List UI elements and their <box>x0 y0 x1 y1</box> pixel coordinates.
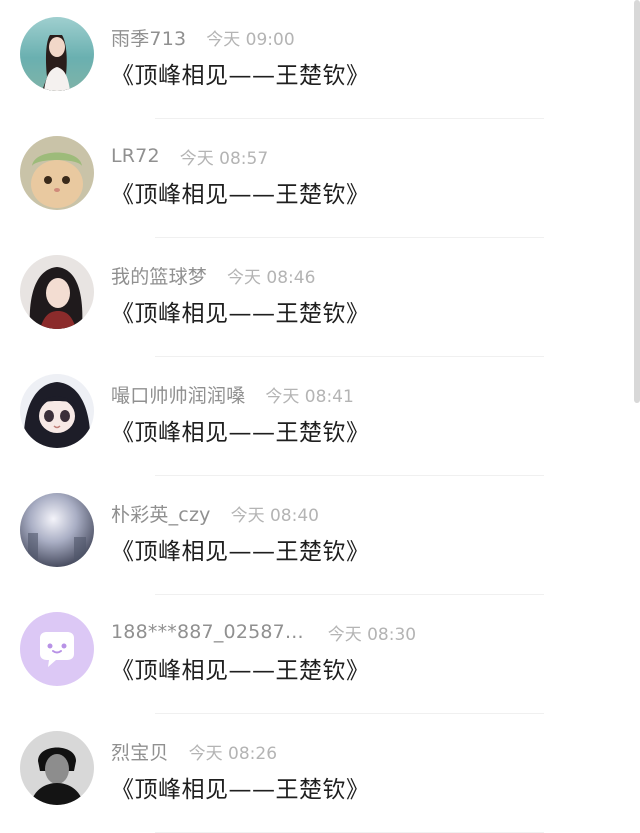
comment-item[interactable]: 朴彩英_czy 今天 08:40 《顶峰相见——王楚钦》 <box>0 476 634 595</box>
user-avatar[interactable] <box>20 255 94 329</box>
user-name[interactable]: 朴彩英_czy <box>111 500 211 527</box>
scrollbar[interactable] <box>634 0 640 403</box>
comment-meta: 雨季713 今天 09:00 <box>111 24 295 50</box>
user-name[interactable]: 雨季713 <box>111 24 186 51</box>
user-avatar[interactable] <box>20 136 94 210</box>
user-avatar[interactable] <box>20 493 94 567</box>
comment-time: 今天 08:30 <box>327 624 417 645</box>
comment-time: 今天 09:00 <box>206 29 295 50</box>
comment-item[interactable]: 188***887_02587... 今天 08:30 《顶峰相见——王楚钦》 <box>0 595 634 714</box>
anime-portrait-avatar-icon <box>20 255 94 329</box>
comment-meta: 朴彩英_czy 今天 08:40 <box>111 500 319 526</box>
comment-time: 今天 08:40 <box>230 505 319 526</box>
comment-item[interactable]: LR72 今天 08:57 《顶峰相见——王楚钦》 <box>0 119 634 238</box>
comment-text: 《顶峰相见——王楚钦》 <box>111 539 370 565</box>
comment-item[interactable]: 我的篮球梦 今天 08:46 《顶峰相见——王楚钦》 <box>0 238 634 357</box>
user-name[interactable]: 嘬口帅帅润润嗓 <box>111 381 245 408</box>
comment-text: 《顶峰相见——王楚钦》 <box>111 658 370 684</box>
comment-text: 《顶峰相见——王楚钦》 <box>111 63 370 89</box>
user-name[interactable]: 烈宝贝 <box>111 738 169 765</box>
comment-item[interactable]: 雨季713 今天 09:00 《顶峰相见——王楚钦》 <box>0 0 634 119</box>
comment-time: 今天 08:41 <box>265 386 354 407</box>
comment-meta: LR72 今天 08:57 <box>111 143 268 169</box>
comment-time: 今天 08:26 <box>188 743 278 764</box>
comment-text: 《顶峰相见——王楚钦》 <box>111 777 370 803</box>
blurry-photo-avatar-icon <box>20 493 94 567</box>
user-avatar[interactable] <box>20 612 94 686</box>
comment-item[interactable]: 嘬口帅帅润润嗓 今天 08:41 《顶峰相见——王楚钦》 <box>0 357 634 476</box>
user-avatar[interactable] <box>20 17 94 91</box>
user-avatar[interactable] <box>20 374 94 448</box>
default-chat-bubble-avatar-icon <box>20 612 94 686</box>
comment-item[interactable]: 烈宝贝 今天 08:26 《顶峰相见——王楚钦》 <box>0 714 634 833</box>
comment-meta: 188***887_02587... 今天 08:30 <box>111 619 416 645</box>
comment-list: 雨季713 今天 09:00 《顶峰相见——王楚钦》 LR72 今天 08:57… <box>0 0 640 833</box>
comment-text: 《顶峰相见——王楚钦》 <box>111 182 370 208</box>
bw-portrait-avatar-icon <box>20 731 94 805</box>
girl-photo-avatar-icon <box>20 17 94 91</box>
user-avatar[interactable] <box>20 731 94 805</box>
comment-time: 今天 08:57 <box>179 148 269 169</box>
user-name[interactable]: 我的篮球梦 <box>111 262 207 289</box>
cat-avatar-icon <box>20 136 94 210</box>
comment-time: 今天 08:46 <box>227 267 316 288</box>
comment-meta: 烈宝贝 今天 08:26 <box>111 738 277 764</box>
user-name[interactable]: 188***887_02587... <box>111 621 304 643</box>
comment-meta: 我的篮球梦 今天 08:46 <box>111 262 315 288</box>
user-name[interactable]: LR72 <box>111 145 160 167</box>
comment-text: 《顶峰相见——王楚钦》 <box>111 301 370 327</box>
comment-text: 《顶峰相见——王楚钦》 <box>111 420 370 446</box>
comment-meta: 嘬口帅帅润润嗓 今天 08:41 <box>111 381 354 407</box>
anime-girl-avatar-icon <box>20 374 94 448</box>
